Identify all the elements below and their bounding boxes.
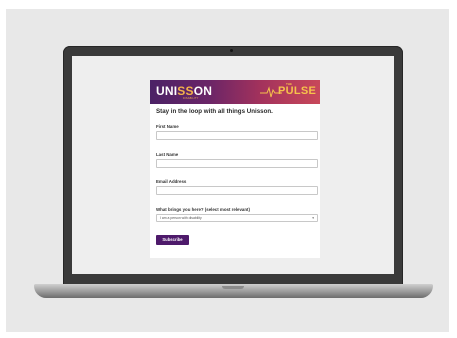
logo-text-accent: SS: [177, 84, 194, 98]
email-field[interactable]: [156, 186, 318, 195]
last-name-field[interactable]: [156, 159, 318, 168]
form-heading: Stay in the loop with all things Unisson…: [156, 108, 273, 115]
email-label: Email Address: [156, 179, 187, 184]
signup-form-card: UNISSON DISABILITY THE PULSE Stay in the…: [150, 80, 320, 258]
reason-select-value: I am a person with disability: [160, 216, 202, 220]
laptop-opening-notch: [222, 286, 244, 289]
header-banner: UNISSON DISABILITY THE PULSE: [150, 80, 320, 104]
reason-select[interactable]: I am a person with disability ▾: [156, 214, 318, 222]
chevron-down-icon: ▾: [312, 216, 314, 220]
logo-text-part: UNI: [156, 84, 178, 98]
first-name-label: First Name: [156, 124, 179, 129]
pulse-logo: PULSE: [278, 85, 317, 97]
unisson-logo[interactable]: UNISSON: [156, 84, 212, 98]
laptop-screen: UNISSON DISABILITY THE PULSE Stay in the…: [72, 56, 394, 274]
last-name-label: Last Name: [156, 152, 179, 157]
first-name-field[interactable]: [156, 131, 318, 140]
subscribe-button[interactable]: Subscribe: [156, 235, 189, 245]
logo-text-part: ON: [193, 84, 213, 98]
reason-label: What brings you here? (select most relev…: [156, 207, 250, 212]
unisson-logo-subtitle: DISABILITY: [183, 97, 199, 100]
webcam: [230, 49, 233, 52]
